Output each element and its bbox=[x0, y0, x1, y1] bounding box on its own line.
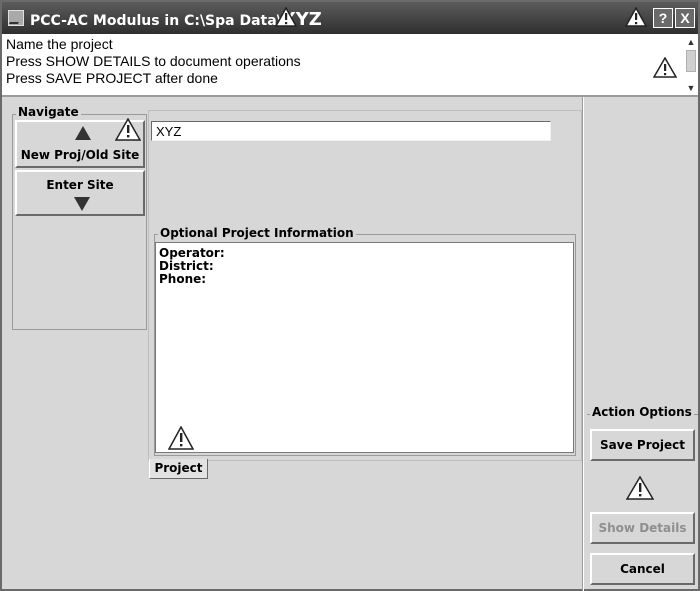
navigate-label: Navigate bbox=[16, 105, 81, 119]
new-proj-label: New Proj/Old Site bbox=[20, 148, 140, 162]
instruction-pane: Name the project Press SHOW DETAILS to d… bbox=[2, 34, 698, 97]
tab-project[interactable]: Project bbox=[149, 459, 208, 479]
show-details-button[interactable]: Show Details bbox=[590, 512, 695, 544]
main-window: PCC-AC Modulus in C:\Spa Data\XYZ ? X Na… bbox=[0, 0, 700, 591]
optional-line-operator: Operator: bbox=[159, 246, 225, 260]
instruction-scrollbar[interactable]: ▲ ▼ bbox=[685, 36, 697, 94]
title-warning-icon[interactable] bbox=[275, 7, 297, 27]
instruction-warning-icon[interactable] bbox=[653, 57, 677, 78]
cancel-button[interactable]: Cancel bbox=[590, 553, 695, 585]
optional-info-label: Optional Project Information bbox=[158, 226, 356, 240]
arrow-down-icon bbox=[74, 197, 90, 211]
project-warning-icon[interactable] bbox=[168, 426, 194, 450]
action-warning-icon[interactable] bbox=[626, 476, 654, 500]
action-options-label: Action Options bbox=[590, 405, 694, 419]
title-bar[interactable]: PCC-AC Modulus in C:\Spa Data\XYZ ? X bbox=[2, 2, 698, 34]
instruction-line-3: Press SAVE PROJECT after done bbox=[6, 70, 218, 86]
optional-line-phone: Phone: bbox=[159, 272, 207, 286]
title-prefix: PCC-AC Modulus in C:\Spa Data\ bbox=[30, 13, 282, 29]
app-icon[interactable] bbox=[8, 10, 24, 26]
instruction-line-1: Name the project bbox=[6, 36, 113, 52]
panel-divider bbox=[582, 97, 584, 591]
instruction-line-2: Press SHOW DETAILS to document operation… bbox=[6, 53, 301, 69]
scroll-down-icon[interactable]: ▼ bbox=[685, 82, 697, 94]
optional-line-district: District: bbox=[159, 259, 214, 273]
scroll-up-icon[interactable]: ▲ bbox=[685, 36, 697, 48]
scroll-thumb[interactable] bbox=[686, 50, 696, 72]
optional-info-textarea[interactable]: Operator: District: Phone: bbox=[155, 242, 574, 453]
save-project-button[interactable]: Save Project bbox=[590, 429, 695, 461]
arrow-up-icon bbox=[75, 126, 91, 140]
titlebar-help-warning-icon[interactable] bbox=[625, 7, 647, 27]
navigate-warning-icon[interactable] bbox=[115, 118, 141, 141]
enter-site-label: Enter Site bbox=[46, 178, 114, 192]
enter-site-button[interactable]: Enter Site bbox=[15, 170, 145, 216]
help-button[interactable]: ? bbox=[653, 8, 673, 28]
project-name-input[interactable] bbox=[151, 121, 551, 141]
close-button[interactable]: X bbox=[675, 8, 695, 28]
